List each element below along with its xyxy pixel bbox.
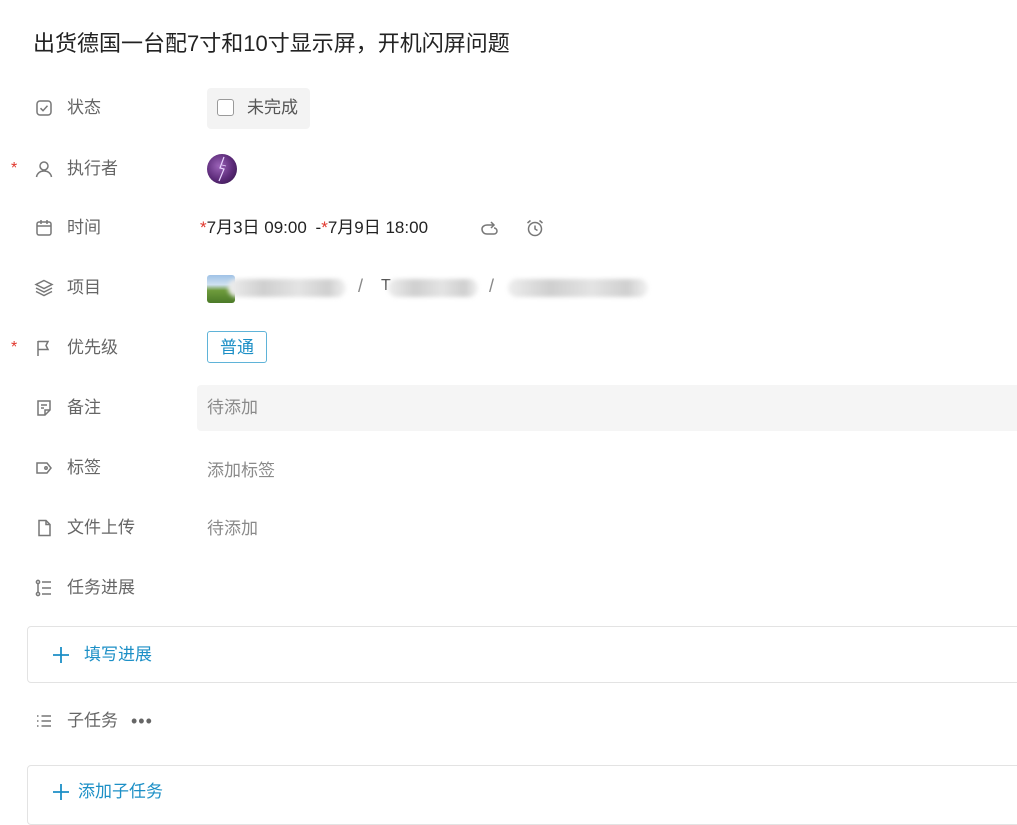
tag-icon	[34, 458, 54, 478]
project-subpath-blurred[interactable]	[388, 279, 478, 297]
path-separator: /	[489, 276, 495, 296]
alarm-clock-icon[interactable]	[524, 217, 546, 239]
progress-label: 任务进展	[67, 578, 135, 597]
project-label: 项目	[67, 278, 101, 297]
priority-badge[interactable]: 普通	[207, 331, 267, 363]
time-range[interactable]: *7月3日 09:00 -*7月9日 18:00	[200, 217, 428, 239]
path-separator: /	[358, 276, 364, 296]
tags-label: 标签	[67, 458, 101, 477]
status-checkbox[interactable]	[217, 99, 234, 116]
assignee-label: 执行者	[67, 159, 118, 178]
status-label: 状态	[67, 98, 101, 117]
timeline-list-icon	[34, 578, 54, 598]
subtasks-label: 子任务	[67, 711, 118, 730]
files-label: 文件上传	[67, 518, 135, 537]
calendar-icon	[34, 218, 54, 238]
flag-icon	[34, 338, 54, 358]
file-icon	[34, 518, 54, 538]
status-toggle[interactable]: 未完成	[207, 88, 310, 129]
repeat-icon[interactable]	[478, 217, 500, 239]
add-progress-box[interactable]: 填写进展	[27, 626, 1017, 683]
progress-row: 任务进展	[0, 568, 1017, 608]
note-input[interactable]: 待添加	[197, 385, 1017, 431]
more-options-button[interactable]: •••	[131, 711, 153, 731]
add-subtask-button[interactable]: 添加子任务	[78, 781, 163, 803]
task-title[interactable]: 出货德国一台配7寸和10寸显示屏，开机闪屏问题	[33, 26, 510, 58]
add-progress-button[interactable]: 填写进展	[84, 644, 152, 666]
list-icon	[34, 711, 54, 731]
end-time[interactable]: 7月9日 18:00	[328, 218, 428, 237]
avatar[interactable]	[207, 154, 237, 184]
note-label: 备注	[67, 398, 101, 417]
layers-icon	[34, 278, 54, 298]
project-row: 项目 / T /	[0, 268, 1017, 308]
required-mark: *	[11, 339, 18, 356]
user-icon	[34, 159, 54, 179]
add-subtask-box[interactable]: 添加子任务	[27, 765, 1017, 825]
files-placeholder[interactable]: 待添加	[207, 518, 258, 540]
project-name-blurred[interactable]	[228, 279, 346, 297]
subtasks-row: 子任务 •••	[0, 701, 1017, 741]
tags-row: 标签 添加标签	[0, 448, 1017, 488]
time-row: 时间 *7月3日 09:00 -*7月9日 18:00	[0, 208, 1017, 248]
priority-row: * 优先级 普通	[0, 328, 1017, 368]
required-mark: *	[11, 160, 18, 177]
check-square-icon	[34, 98, 54, 118]
files-row: 文件上传 待添加	[0, 508, 1017, 548]
assignee-row: * 执行者	[0, 149, 1017, 189]
start-time[interactable]: 7月3日 09:00	[207, 218, 307, 237]
project-list-blurred[interactable]	[508, 279, 648, 297]
note-icon	[34, 398, 54, 418]
priority-label: 优先级	[67, 338, 118, 357]
time-label: 时间	[67, 218, 101, 237]
start-required-mark: *	[200, 218, 207, 237]
plus-icon	[52, 783, 70, 801]
note-placeholder: 待添加	[207, 398, 258, 417]
plus-icon	[52, 646, 70, 664]
status-row: 状态 未完成	[0, 88, 1017, 129]
status-value: 未完成	[247, 98, 298, 117]
end-required-mark: *	[321, 218, 328, 237]
add-tag-link[interactable]: 添加标签	[207, 460, 275, 482]
